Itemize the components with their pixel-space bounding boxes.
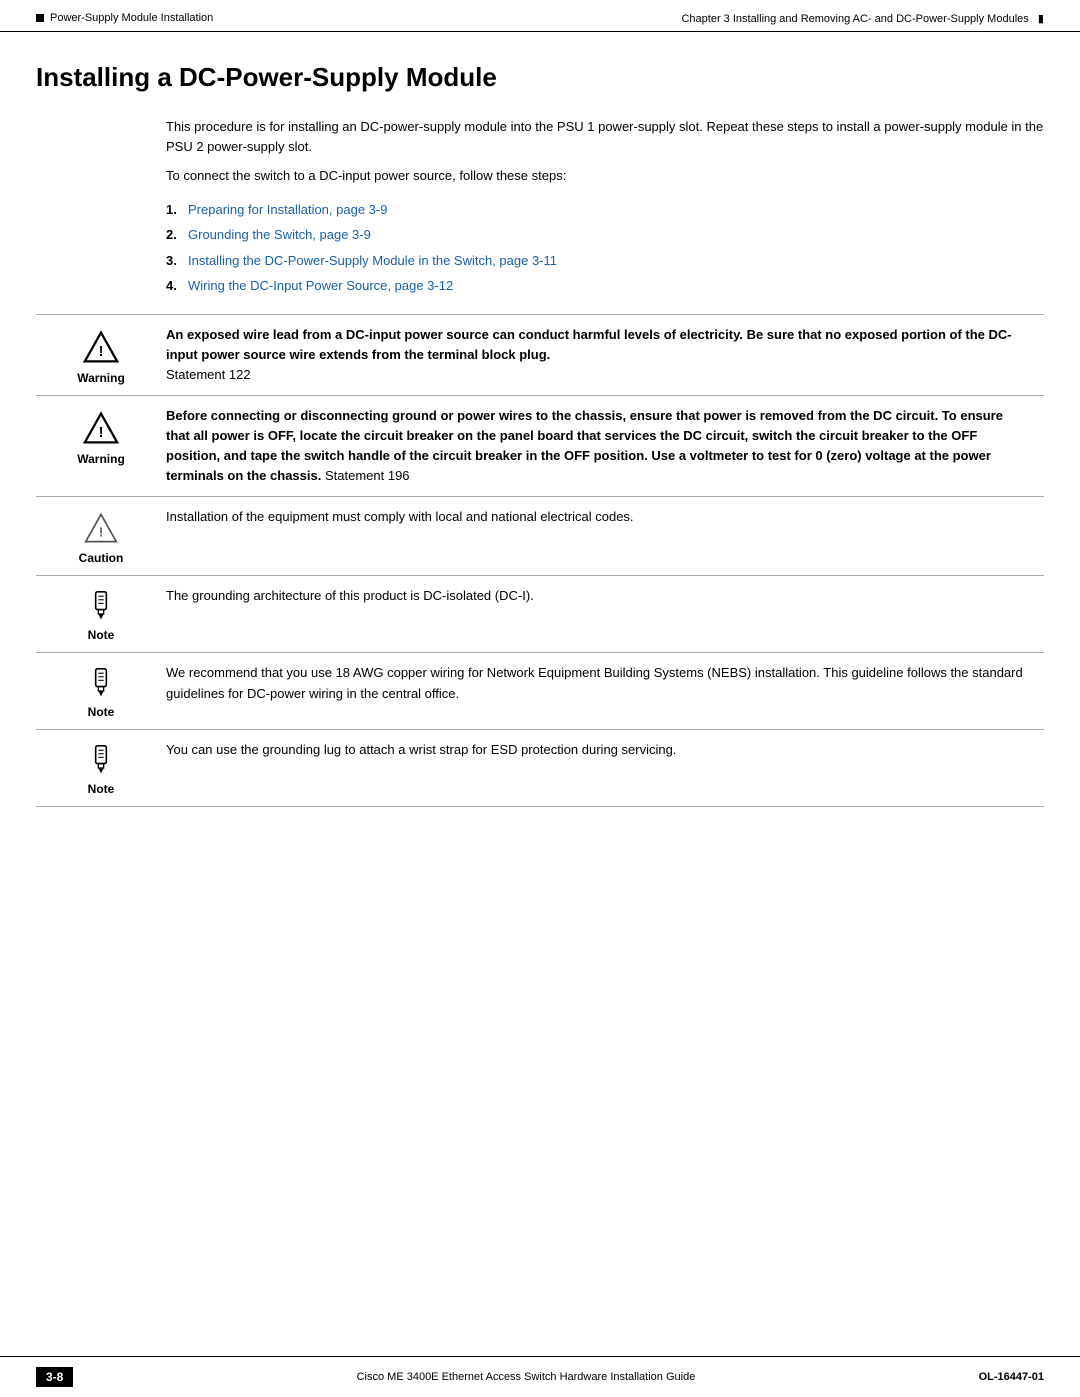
- note-row-1: Note The grounding architecture of this …: [36, 575, 1044, 652]
- footer-doc-number: OL-16447-01: [979, 1371, 1044, 1383]
- note-label-1: Note: [88, 628, 115, 642]
- warning-triangle-icon-1: !: [83, 329, 119, 365]
- header-square-icon: [36, 14, 44, 22]
- step-item-2: 2. Grounding the Switch, page 3-9: [166, 225, 1044, 245]
- warning-icon-col-2: ! Warning: [36, 406, 166, 466]
- header-left: Power-Supply Module Installation: [36, 12, 213, 24]
- svg-text:!: !: [99, 344, 104, 360]
- note-icon-col-3: Note: [36, 740, 166, 796]
- caution-icon-col: ! Caution: [36, 507, 166, 565]
- warning-content-1: An exposed wire lead from a DC-input pow…: [166, 325, 1044, 385]
- warning-triangle-icon-2: !: [83, 410, 119, 446]
- footer-guide-title: Cisco ME 3400E Ethernet Access Switch Ha…: [73, 1371, 978, 1383]
- note-content-3: You can use the grounding lug to attach …: [166, 740, 1044, 760]
- steps-list: 1. Preparing for Installation, page 3-9 …: [166, 200, 1044, 296]
- note-pen-icon-1: [85, 590, 117, 622]
- note-row-2: Note We recommend that you use 18 AWG co…: [36, 652, 1044, 729]
- page-container: Power-Supply Module Installation Chapter…: [0, 0, 1080, 1397]
- footer-page-number: 3-8: [36, 1367, 73, 1387]
- note-content-1: The grounding architecture of this produ…: [166, 586, 1044, 606]
- warning-icon-col-1: ! Warning: [36, 325, 166, 385]
- warning-label-2: Warning: [77, 452, 125, 466]
- note-text-2: We recommend that you use 18 AWG copper …: [166, 665, 1023, 700]
- svg-text:!: !: [99, 425, 104, 441]
- step-number-2: 2.: [166, 225, 182, 245]
- step-item-1: 1. Preparing for Installation, page 3-9: [166, 200, 1044, 220]
- note-icon-col-2: Note: [36, 663, 166, 719]
- header-right: Chapter 3 Installing and Removing AC- an…: [681, 12, 1044, 25]
- note-content-2: We recommend that you use 18 AWG copper …: [166, 663, 1044, 703]
- warning-text-normal-1: Statement 122: [166, 367, 251, 382]
- step-number-4: 4.: [166, 276, 182, 296]
- warning-label-1: Warning: [77, 371, 125, 385]
- header-section: Power-Supply Module Installation: [50, 12, 213, 24]
- header-chapter: Chapter 3 Installing and Removing AC- an…: [681, 13, 1028, 25]
- note-pen-icon-2: [85, 667, 117, 699]
- warning-text-bold-2: Before connecting or disconnecting groun…: [166, 408, 1003, 483]
- step-number-1: 1.: [166, 200, 182, 220]
- page-header: Power-Supply Module Installation Chapter…: [0, 0, 1080, 32]
- content-area: Installing a DC-Power-Supply Module This…: [0, 32, 1080, 867]
- note-icon-col-1: Note: [36, 586, 166, 642]
- caution-content: Installation of the equipment must compl…: [166, 507, 1044, 527]
- page-title: Installing a DC-Power-Supply Module: [36, 62, 1044, 93]
- intro-para2: To connect the switch to a DC-input powe…: [166, 166, 1044, 186]
- caution-row: ! Caution Installation of the equipment …: [36, 496, 1044, 575]
- warning-text-bold-1: An exposed wire lead from a DC-input pow…: [166, 327, 1012, 362]
- note-text-1: The grounding architecture of this produ…: [166, 588, 534, 603]
- step-link-4[interactable]: Wiring the DC-Input Power Source, page 3…: [188, 276, 453, 296]
- caution-triangle-icon: !: [84, 511, 118, 545]
- caution-text: Installation of the equipment must compl…: [166, 509, 634, 524]
- note-label-3: Note: [88, 782, 115, 796]
- page-footer: 3-8 Cisco ME 3400E Ethernet Access Switc…: [0, 1356, 1080, 1397]
- intro-section: This procedure is for installing an DC-p…: [166, 117, 1044, 186]
- warning-row-2: ! Warning Before connecting or disconnec…: [36, 395, 1044, 497]
- caution-label: Caution: [79, 551, 124, 565]
- step-item-3: 3. Installing the DC-Power-Supply Module…: [166, 251, 1044, 271]
- warning-row-1: ! Warning An exposed wire lead from a DC…: [36, 314, 1044, 395]
- step-number-3: 3.: [166, 251, 182, 271]
- note-text-3: You can use the grounding lug to attach …: [166, 742, 676, 757]
- warning-content-2: Before connecting or disconnecting groun…: [166, 406, 1044, 487]
- step-link-3[interactable]: Installing the DC-Power-Supply Module in…: [188, 251, 557, 271]
- intro-para1: This procedure is for installing an DC-p…: [166, 117, 1044, 156]
- note-pen-icon-3: [85, 744, 117, 776]
- footer-left: 3-8: [36, 1367, 73, 1387]
- note-row-3: Note You can use the grounding lug to at…: [36, 729, 1044, 807]
- svg-text:!: !: [99, 525, 103, 540]
- step-link-2[interactable]: Grounding the Switch, page 3-9: [188, 225, 371, 245]
- step-link-1[interactable]: Preparing for Installation, page 3-9: [188, 200, 387, 220]
- note-label-2: Note: [88, 705, 115, 719]
- warning-text-normal-2: Statement 196: [325, 468, 410, 483]
- step-item-4: 4. Wiring the DC-Input Power Source, pag…: [166, 276, 1044, 296]
